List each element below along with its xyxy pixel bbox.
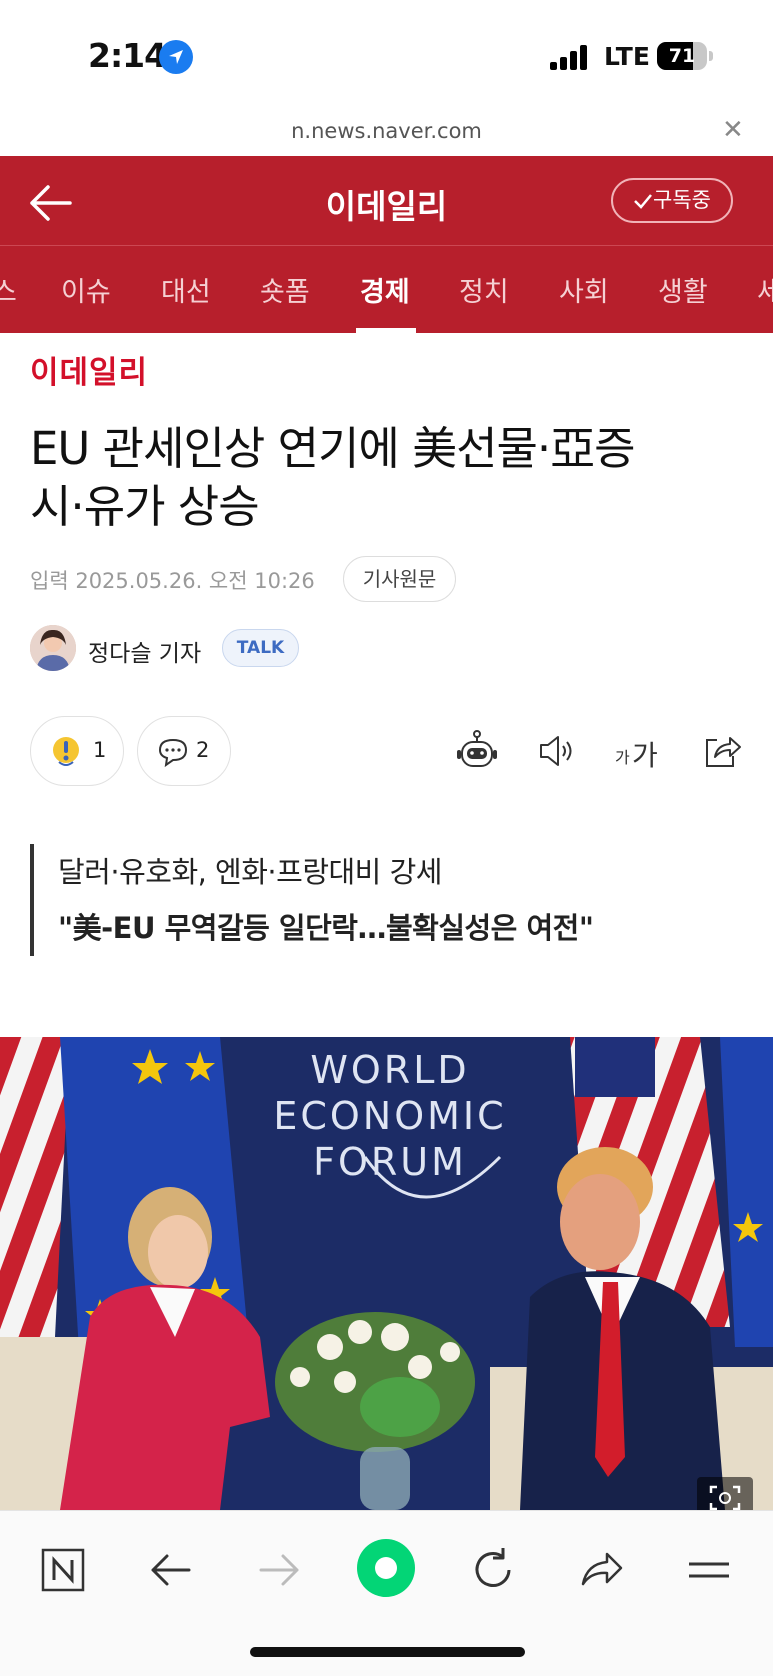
subscribe-label: 구독중	[653, 188, 711, 212]
share-icon[interactable]	[571, 1540, 631, 1600]
reporter-name[interactable]: 정다슬 기자	[88, 634, 201, 668]
summary-line-1: 달러·유호화, 엔화·프랑대비 강세	[58, 855, 442, 889]
check-icon	[634, 194, 652, 209]
section-tabs: 스 이슈 대선 숏폼 경제 정치 사회 생활 세	[0, 246, 773, 333]
forward-arrow-icon[interactable]	[249, 1540, 309, 1600]
font-size-icon[interactable]: 가 가	[612, 726, 672, 776]
article-summary: 달러·유호화, 엔화·프랑대비 강세 "美-EU 무역갈등 일단락…불확실성은 …	[30, 844, 750, 956]
comment-button[interactable]: 2	[137, 716, 231, 786]
signal-icon	[550, 44, 590, 70]
battery-icon: 71	[657, 42, 707, 70]
tab-politics[interactable]: 정치	[459, 270, 509, 309]
wef-line-3: FORUM	[313, 1140, 467, 1184]
comment-icon	[158, 738, 188, 768]
comment-count: 2	[196, 738, 210, 762]
robot-summary-icon[interactable]	[452, 726, 502, 776]
green-dot-icon[interactable]	[356, 1538, 416, 1598]
status-time: 2:14	[88, 36, 167, 75]
headline-line-1: EU 관세인상 연기에 美선물·亞증	[30, 422, 636, 475]
press-logo[interactable]: 이데일리	[30, 347, 175, 391]
naver-home-icon[interactable]	[33, 1540, 93, 1600]
battery-percent: 71	[668, 45, 696, 67]
original-article-button[interactable]: 기사원문	[343, 556, 456, 602]
wef-logo-text: WORLD ECONOMIC FORUM	[220, 1047, 560, 1185]
wef-line-2: ECONOMIC	[273, 1094, 507, 1138]
close-icon[interactable]: ✕	[722, 115, 744, 145]
menu-icon[interactable]	[679, 1540, 739, 1600]
font-size-small: 가	[615, 748, 630, 767]
press-logo-text: 이데일리	[30, 355, 149, 391]
location-icon	[159, 40, 193, 74]
tab-issue[interactable]: 이슈	[61, 270, 111, 309]
tab-economy[interactable]: 경제	[360, 270, 410, 309]
back-arrow-icon[interactable]	[141, 1540, 201, 1600]
reaction-button[interactable]: 1	[30, 716, 124, 786]
tab-life[interactable]: 생활	[658, 270, 708, 309]
battery-cap	[709, 51, 713, 61]
input-label: 입력	[30, 569, 69, 593]
font-size-large: 가	[632, 739, 658, 772]
speaker-icon[interactable]	[532, 726, 582, 776]
article-date: 입력 2025.05.26. 오전 10:26	[30, 565, 315, 595]
article-photo[interactable]: WORLD ECONOMIC FORUM	[0, 1037, 773, 1510]
wef-line-1: WORLD	[310, 1048, 470, 1092]
talk-button[interactable]: TALK	[222, 629, 299, 667]
share-article-icon[interactable]	[697, 726, 747, 776]
tab-partial-left[interactable]: 스	[0, 270, 17, 309]
url-bar[interactable]: n.news.naver.com ✕	[0, 115, 773, 155]
reporter-avatar[interactable]	[30, 625, 76, 671]
tab-society[interactable]: 사회	[559, 270, 609, 309]
tab-election[interactable]: 대선	[161, 270, 211, 309]
tab-partial-right[interactable]: 세	[757, 270, 773, 309]
status-bar: 2:14 LTE 71	[0, 0, 773, 115]
reaction-count: 1	[93, 738, 107, 762]
subscribe-button[interactable]: 구독중	[611, 178, 733, 223]
headline-line-2: 시·유가 상승	[30, 480, 260, 533]
home-indicator[interactable]	[250, 1647, 525, 1657]
press-header: 이데일리 구독중 스 이슈 대선 숏폼 경제 정치 사회 생활 세	[0, 156, 773, 333]
exclamation-icon	[53, 737, 79, 766]
article-headline: EU 관세인상 연기에 美선물·亞증 시·유가 상승	[30, 420, 750, 536]
summary-line-2: "美-EU 무역갈등 일단락…불확실성은 여전"	[58, 911, 594, 945]
network-label: LTE	[604, 42, 650, 71]
refresh-icon[interactable]	[463, 1540, 523, 1600]
date-text: 2025.05.26. 오전 10:26	[75, 569, 315, 593]
active-tab-indicator	[356, 328, 416, 333]
tab-shortform[interactable]: 숏폼	[260, 270, 310, 309]
url-text[interactable]: n.news.naver.com	[0, 119, 773, 143]
